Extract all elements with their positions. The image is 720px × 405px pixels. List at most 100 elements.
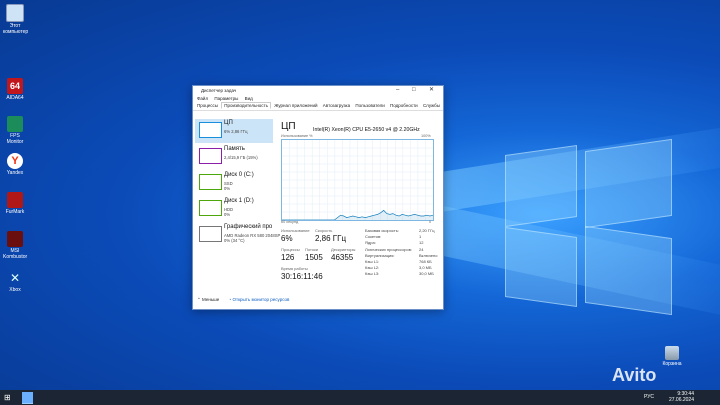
detail-key: Виртуализация:	[365, 252, 395, 258]
menu-view[interactable]: Вид	[245, 96, 253, 101]
kombustor-icon	[7, 231, 23, 247]
recycle-bin-label: Корзина	[662, 361, 682, 367]
sidebar-item-gpu[interactable]: Графический про AMD Radeon RX 580 2048SP…	[195, 223, 280, 247]
menu-bar: Файл Параметры Вид	[193, 95, 443, 102]
sidebar-item-sub: AMD Radeon RX 580 2048SP 0% (34 °C)	[224, 233, 281, 243]
detail-key: Кэш L2:	[365, 265, 380, 271]
threads-label: Потоки	[305, 247, 319, 252]
desktop-icon-furmark[interactable]: FurMark	[3, 192, 27, 215]
light-beam	[440, 127, 720, 213]
detail-key: Кэш L3:	[365, 271, 380, 277]
detail-key: Базовая скорость:	[365, 228, 399, 233]
desktop-icon-label: Yandex	[6, 170, 24, 176]
desktop-icon-fps-monitor[interactable]: FPS Monitor	[3, 116, 27, 145]
recycle-bin[interactable]: Корзина	[660, 346, 684, 367]
windows-logo-pane	[585, 225, 672, 316]
recycle-bin-icon	[665, 346, 679, 360]
desktop-icon-msi-kombustor[interactable]: MSI Kombustor	[3, 231, 27, 260]
yandex-icon: Y	[7, 153, 23, 169]
desktop-icon-label: Xbox	[9, 287, 21, 293]
maximize-button[interactable]: □	[412, 86, 416, 95]
minimize-button[interactable]: –	[396, 86, 399, 95]
detail-value: 12	[419, 240, 424, 246]
graph-label-min: 0	[429, 220, 432, 224]
windows-logo-pane	[585, 138, 672, 229]
cpu-usage-graph	[281, 139, 434, 221]
detail-key: Сокетов:	[365, 234, 382, 240]
task-manager-window: Диспетчер задач – □ ✕ Файл Параметры Вид…	[192, 85, 444, 310]
xbox-icon: ✕	[9, 271, 21, 285]
cpu-thumbnail	[199, 122, 222, 138]
tab-details[interactable]: Подробности	[388, 103, 420, 108]
disk-thumbnail	[199, 200, 222, 216]
sidebar-item-title: Диск 0 (C:)	[224, 172, 254, 178]
detail-value: 1	[419, 234, 422, 240]
sidebar-item-cpu[interactable]: ЦП 6% 2,86 ГГц	[195, 119, 273, 143]
tab-services[interactable]: Службы	[421, 103, 442, 108]
sidebar-item-sub: 6% 2,86 ГГц	[224, 129, 248, 134]
uptime-label: Время работы	[281, 266, 308, 271]
detail-key: Кэш L1:	[365, 259, 380, 264]
threads-value: 1505	[305, 253, 323, 262]
sidebar-item-disk1[interactable]: Диск 1 (D:) HDD 0%	[195, 197, 273, 221]
tab-startup[interactable]: Автозагрузка	[321, 103, 352, 108]
tab-processes[interactable]: Процессы	[195, 103, 220, 108]
light-beam	[440, 205, 720, 315]
window-footer: ⌃ Меньше ◔ Открыть монитор ресурсов	[197, 297, 289, 303]
detail-value: 768 КБ	[419, 259, 432, 264]
memory-thumbnail	[199, 148, 222, 164]
disk-thumbnail	[199, 174, 222, 190]
usage-value: 6%	[281, 234, 293, 243]
sidebar-item-title: ЦП	[224, 120, 233, 126]
title-bar: Диспетчер задач – □ ✕	[193, 86, 443, 95]
sidebar-item-title: Диск 1 (D:)	[224, 198, 254, 204]
furmark-icon	[7, 192, 23, 208]
sidebar-item-sub: 2,4/15,9 ГБ (15%)	[224, 155, 258, 160]
perf-sidebar: ЦП 6% 2,86 ГГц Память 2,4/15,9 ГБ (15%) …	[195, 119, 280, 291]
detail-value: 3,0 МБ	[419, 265, 432, 271]
detail-value: 2,20 ГГц	[419, 228, 435, 233]
language-indicator[interactable]: РУС	[644, 394, 654, 400]
cpu-heading: ЦП	[281, 121, 296, 132]
close-button[interactable]: ✕	[429, 86, 434, 95]
watermark-text: Avito	[612, 365, 657, 385]
speed-value: 2,86 ГГц	[315, 234, 347, 243]
detail-value: 24	[419, 246, 424, 252]
cpu-panel: ЦП Intel(R) Xeon(R) CPU E5-2650 v4 @ 2.2…	[279, 121, 439, 291]
tab-performance[interactable]: Производительность	[221, 102, 271, 109]
cpu-model-name: Intel(R) Xeon(R) CPU E5-2650 v4 @ 2.20GH…	[313, 127, 420, 133]
sidebar-item-sub: SSD 0%	[224, 181, 233, 191]
desktop-icon-label: Этот компьютер	[3, 23, 29, 35]
sidebar-item-sub: HDD 0%	[224, 207, 234, 217]
gpu-thumbnail	[199, 226, 222, 242]
desktop-icon-this-pc[interactable]: Этот компьютер	[3, 4, 29, 35]
desktop-icon-aida64[interactable]: 64 AIDA64	[3, 78, 27, 101]
tab-app-history[interactable]: Журнал приложений	[272, 103, 319, 108]
task-manager-taskbar-icon[interactable]	[22, 392, 33, 404]
processes-value: 126	[281, 253, 295, 262]
desktop-icon-label: FPS Monitor	[6, 133, 24, 145]
detail-key: Ядра:	[365, 240, 376, 246]
handles-label: Дескрипторы	[331, 247, 356, 252]
clock[interactable]: 9:30:44 27.06.2024	[669, 391, 694, 403]
windows-logo-pane	[505, 226, 577, 308]
start-button[interactable]: ⊞	[4, 393, 13, 402]
sidebar-item-disk0[interactable]: Диск 0 (C:) SSD 0%	[195, 171, 273, 195]
aida64-icon: 64	[7, 78, 23, 94]
tab-strip: Процессы Производительность Журнал прило…	[193, 102, 443, 111]
desktop-icon-label: FurMark	[5, 209, 25, 215]
open-resource-monitor-link[interactable]: ◔ Открыть монитор ресурсов	[229, 297, 290, 302]
taskbar: ⊞ РУС 9:30:44 27.06.2024	[0, 390, 720, 405]
desktop-icon-yandex[interactable]: Y Yandex	[3, 153, 27, 176]
sidebar-item-memory[interactable]: Память 2,4/15,9 ГБ (15%)	[195, 145, 273, 169]
menu-file[interactable]: Файл	[197, 96, 208, 101]
menu-options[interactable]: Параметры	[214, 96, 238, 101]
desktop-icon-label: MSI Kombustor	[3, 248, 28, 260]
handles-value: 46355	[331, 253, 354, 262]
windows-logo-pane	[505, 144, 577, 228]
desktop-icon-xbox[interactable]: ✕ Xbox	[3, 270, 27, 293]
fewer-details-button[interactable]: ⌃ Меньше	[197, 297, 219, 302]
tab-users[interactable]: Пользователи	[353, 103, 386, 108]
computer-icon	[6, 4, 24, 22]
clock-date: 27.06.2024	[668, 397, 694, 403]
